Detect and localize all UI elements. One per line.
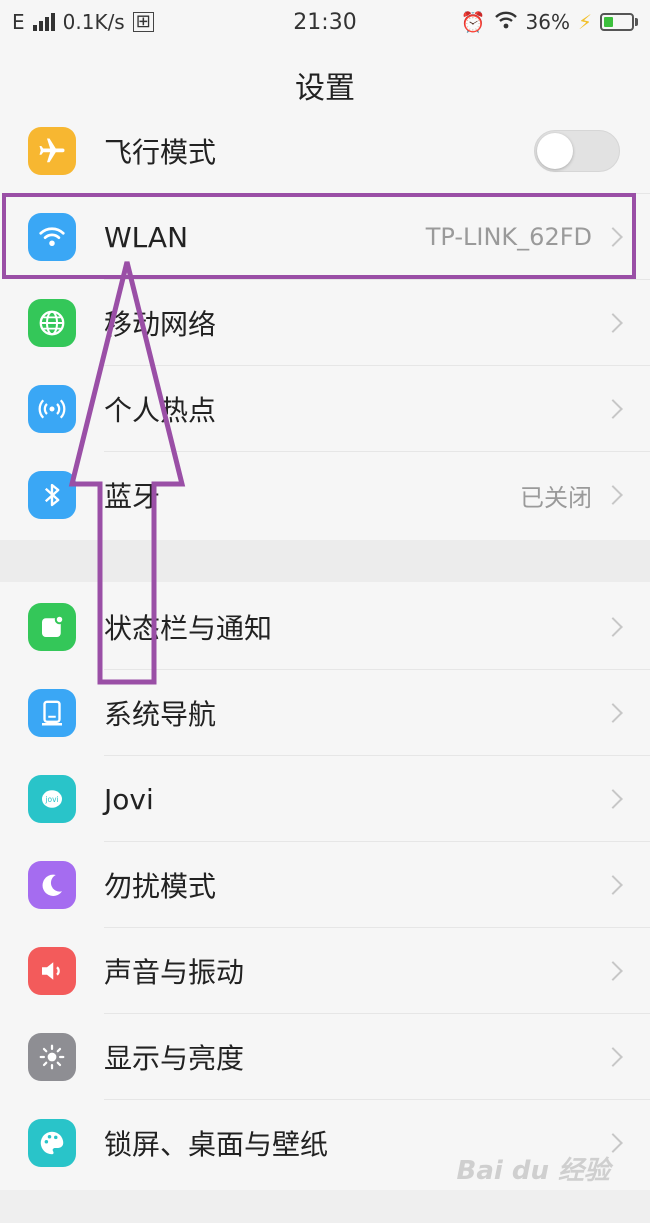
notification-icon (28, 603, 76, 651)
signal-icon (32, 13, 55, 31)
setting-label: 声音与振动 (104, 956, 245, 989)
airplane-mode-toggle[interactable] (534, 130, 620, 172)
chevron-right-icon (603, 399, 623, 419)
setting-label: 状态栏与通知 (104, 612, 273, 645)
battery-icon (600, 13, 638, 31)
setting-label: 个人热点 (104, 394, 217, 427)
network-type: E (12, 10, 25, 34)
section-divider (0, 540, 650, 582)
setting-label: 飞行模式 (104, 136, 217, 169)
jovi-icon: jovi (28, 775, 76, 823)
sim-icon: ⊞ (132, 12, 154, 32)
setting-personal-hotspot[interactable]: 个人热点 (0, 366, 650, 452)
navigation-icon (28, 689, 76, 737)
alarm-icon: ⏰ (460, 10, 486, 34)
setting-jovi[interactable]: jovi Jovi (0, 756, 650, 842)
chevron-right-icon (603, 789, 623, 809)
charging-icon: ⚡ (577, 10, 592, 34)
wlan-network-name: TP-LINK_62FD (425, 223, 592, 251)
sun-icon (28, 1033, 76, 1081)
globe-icon (28, 299, 76, 347)
moon-icon (28, 861, 76, 909)
battery-percent: 36% (525, 10, 570, 34)
bluetooth-icon (28, 471, 76, 519)
status-left: E 0.1K/s ⊞ (12, 10, 154, 34)
chevron-right-icon (603, 1047, 623, 1067)
bottom-strip (0, 1190, 650, 1223)
svg-text:jovi: jovi (44, 795, 58, 804)
wifi-icon (28, 213, 76, 261)
setting-label: 锁屏、桌面与壁纸 (104, 1128, 329, 1161)
setting-wlan[interactable]: WLAN TP-LINK_62FD (0, 194, 650, 280)
speaker-icon (28, 947, 76, 995)
setting-sound-vibration[interactable]: 声音与振动 (0, 928, 650, 1014)
network-speed: 0.1K/s (62, 10, 125, 34)
bluetooth-status: 已关闭 (520, 483, 592, 512)
setting-do-not-disturb[interactable]: 勿扰模式 (0, 842, 650, 928)
watermark: Bai du 经验 (456, 1156, 611, 1186)
chevron-right-icon (603, 313, 623, 333)
setting-label: 蓝牙 (104, 480, 161, 513)
setting-bluetooth[interactable]: 蓝牙 已关闭 (0, 452, 650, 538)
setting-mobile-network[interactable]: 移动网络 (0, 280, 650, 366)
airplane-icon (28, 127, 76, 175)
setting-system-navigation[interactable]: 系统导航 (0, 670, 650, 756)
setting-status-bar-notifications[interactable]: 状态栏与通知 (0, 584, 650, 670)
setting-label: Jovi (104, 782, 154, 816)
chevron-right-icon (603, 875, 623, 895)
chevron-right-icon (603, 703, 623, 723)
setting-display-brightness[interactable]: 显示与亮度 (0, 1014, 650, 1100)
chevron-right-icon (603, 961, 623, 981)
chevron-right-icon (603, 617, 623, 637)
setting-label: 系统导航 (104, 698, 217, 731)
palette-icon (28, 1119, 76, 1167)
setting-label: 勿扰模式 (104, 870, 217, 903)
status-bar: E 0.1K/s ⊞ 21:30 ⏰ 36% ⚡ (0, 0, 650, 44)
setting-label: WLAN (104, 220, 189, 254)
chevron-right-icon (603, 485, 623, 505)
wifi-status-icon (494, 10, 518, 35)
chevron-right-icon (603, 227, 623, 247)
setting-airplane-mode[interactable]: 飞行模式 (0, 108, 650, 194)
setting-label: 移动网络 (104, 308, 217, 341)
status-right: ⏰ 36% ⚡ (461, 10, 638, 35)
hotspot-icon (28, 385, 76, 433)
setting-label: 显示与亮度 (104, 1042, 245, 1075)
